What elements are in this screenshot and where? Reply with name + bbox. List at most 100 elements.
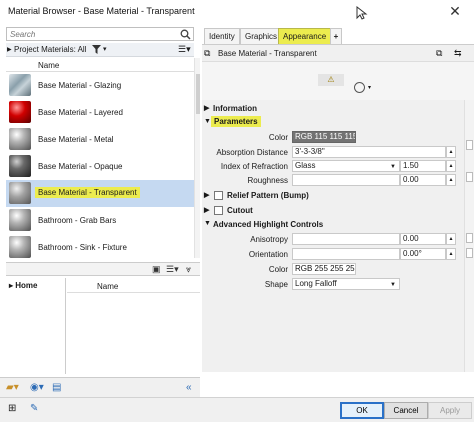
ok-button[interactable]: OK [340, 402, 384, 419]
collapse-triangle-icon[interactable]: ▼ [204, 118, 211, 125]
color-swatch-field[interactable]: RGB 115 115 115 [292, 131, 356, 143]
globe-icon[interactable]: ◉▾ [30, 382, 44, 393]
material-thumbnail [9, 236, 31, 258]
scroll-button[interactable] [466, 172, 473, 182]
orientation-value[interactable]: 0.00° [400, 248, 446, 260]
highlight-color-field[interactable]: RGB 255 255 255 [292, 263, 356, 275]
left-bottom-toolbar: ▰▾ ◉▾ ▤ « [0, 377, 200, 397]
ior-select-value: Glass [295, 161, 316, 170]
library-table-header: Name [67, 278, 200, 293]
collapse-triangle-icon[interactable]: ▼ [204, 220, 211, 227]
roughness-slider[interactable] [292, 174, 400, 186]
expand-triangle-icon[interactable]: ▶ [204, 104, 209, 112]
properties-scrollbar[interactable] [464, 100, 474, 372]
library-manager-icon[interactable]: ▤ [52, 382, 61, 393]
orientation-slider[interactable] [292, 248, 400, 260]
folder-icon[interactable]: ▰▾ [6, 382, 19, 393]
material-name: Base Material - Layered [38, 108, 123, 117]
roughness-spinner[interactable]: ▴ [446, 174, 456, 186]
material-name: Bathroom - Grab Bars [38, 216, 117, 225]
library-list-view-icon[interactable]: ☰▾ [166, 264, 179, 275]
filter-dropdown-icon[interactable]: ▾ [103, 45, 107, 53]
index-of-refraction-label: Index of Refraction [220, 162, 288, 171]
tab-appearance[interactable]: Appearance [278, 28, 332, 44]
collapse-triangle-icon[interactable]: ▶ [7, 46, 12, 53]
library-table: Name [67, 278, 200, 374]
asset-header: ⧉ Base Material - Transparent ⧉ ⇆ [202, 44, 474, 62]
add-asset-tab[interactable]: + [330, 28, 342, 44]
collapse-library-icon[interactable]: ⩔ [186, 264, 191, 275]
shape-select-value: Long Falloff [295, 279, 337, 288]
close-icon[interactable]: ✕ [446, 3, 464, 20]
section-information-label: Information [213, 104, 257, 113]
index-of-refraction-value[interactable]: 1.50 [400, 160, 446, 172]
library-column-name[interactable]: Name [97, 282, 118, 291]
filter-icon[interactable] [92, 45, 101, 54]
duplicate-asset-icon[interactable]: ⧉ [436, 48, 442, 59]
highlight-color-label: Color [268, 265, 288, 274]
preview-sphere-icon[interactable] [354, 82, 365, 93]
scroll-button[interactable] [466, 233, 473, 243]
material-thumbnail [9, 209, 31, 231]
section-cutout-label: Cutout [227, 206, 253, 215]
material-list-scrollbar[interactable] [194, 58, 200, 258]
list-view-icon[interactable]: ☰▾ [178, 44, 191, 55]
anisotropy-slider[interactable] [292, 233, 400, 245]
search-icon[interactable] [180, 29, 191, 40]
expand-triangle-icon[interactable]: ▶ [204, 206, 209, 214]
asset-browser-icon[interactable]: ⧉ [204, 48, 210, 59]
material-list-item[interactable]: Base Material - Opaque [6, 153, 194, 180]
column-header-name[interactable]: Name [38, 61, 59, 70]
tab-graphics[interactable]: Graphics [240, 28, 283, 44]
material-list-item[interactable]: Base Material - Transparent [6, 180, 194, 207]
appearance-properties: ▶ Information ▼ Parameters Color RGB 115… [202, 100, 464, 372]
material-name: Base Material - Glazing [38, 81, 122, 90]
material-name: Base Material - Metal [38, 135, 114, 144]
window-title: Material Browser - Base Material - Trans… [8, 6, 195, 16]
shape-select[interactable]: Long Falloff ▼ [292, 278, 400, 290]
material-thumbnail [9, 101, 31, 123]
anisotropy-value[interactable]: 0.00 [400, 233, 446, 245]
project-materials-bar: ▶ Project Materials: All ▾ ☰▾ [6, 43, 194, 57]
scroll-button[interactable] [466, 140, 473, 150]
material-list-item[interactable]: Bathroom - Grab Bars [6, 207, 194, 234]
material-list-item[interactable]: Bathroom - Sink - Fixture [6, 234, 194, 258]
section-relief-label: Relief Pattern (Bump) [227, 191, 309, 200]
preview-options-dropdown-icon[interactable]: ▾ [368, 84, 371, 91]
material-list-item[interactable]: Base Material - Metal [6, 126, 194, 153]
material-thumbnail [9, 155, 31, 177]
mouse-cursor-icon [356, 6, 368, 20]
relief-pattern-checkbox[interactable] [214, 191, 223, 200]
cancel-button[interactable]: Cancel [384, 402, 428, 419]
index-of-refraction-select[interactable]: Glass ▼ [292, 160, 400, 172]
material-browser-icon[interactable]: ⊞ [8, 403, 16, 414]
material-list-item[interactable]: Base Material - Layered [6, 99, 194, 126]
roughness-value[interactable]: 0.00 [400, 174, 446, 186]
absorption-distance-field[interactable]: 3'-3-3/8" [292, 146, 446, 158]
ior-spinner[interactable]: ▴ [446, 160, 456, 172]
chevron-down-icon: ▼ [390, 282, 396, 288]
collapse-left-icon[interactable]: « [186, 382, 192, 393]
material-list-item[interactable]: Base Material - Glazing [6, 72, 194, 99]
orientation-spinner[interactable]: ▴ [446, 248, 456, 260]
library-panel-icon[interactable]: ▣ [152, 264, 161, 275]
material-name: Base Material - Transparent [35, 187, 140, 198]
library-home-item[interactable]: ▸ Home [9, 281, 37, 290]
material-list: Base Material - Glazing Base Material - L… [6, 72, 194, 258]
expand-triangle-icon[interactable]: ▶ [204, 191, 209, 199]
scrollbar-thumb[interactable] [196, 74, 200, 114]
absorption-distance-spinner[interactable]: ▴ [446, 146, 456, 158]
project-materials-label: Project Materials: All [14, 45, 87, 54]
material-preview: ⚠ ▾ [202, 62, 474, 100]
search-box[interactable] [6, 27, 194, 41]
material-name: Bathroom - Sink - Fixture [38, 243, 127, 252]
tab-identity[interactable]: Identity [204, 28, 240, 44]
chevron-down-icon: ▼ [390, 164, 396, 170]
apply-button[interactable]: Apply [428, 402, 472, 419]
material-editor-icon[interactable]: ✎ [30, 403, 38, 414]
anisotropy-spinner[interactable]: ▴ [446, 233, 456, 245]
cutout-checkbox[interactable] [214, 206, 223, 215]
search-input[interactable] [7, 28, 177, 40]
replace-asset-icon[interactable]: ⇆ [454, 48, 462, 59]
scroll-button[interactable] [466, 248, 473, 258]
